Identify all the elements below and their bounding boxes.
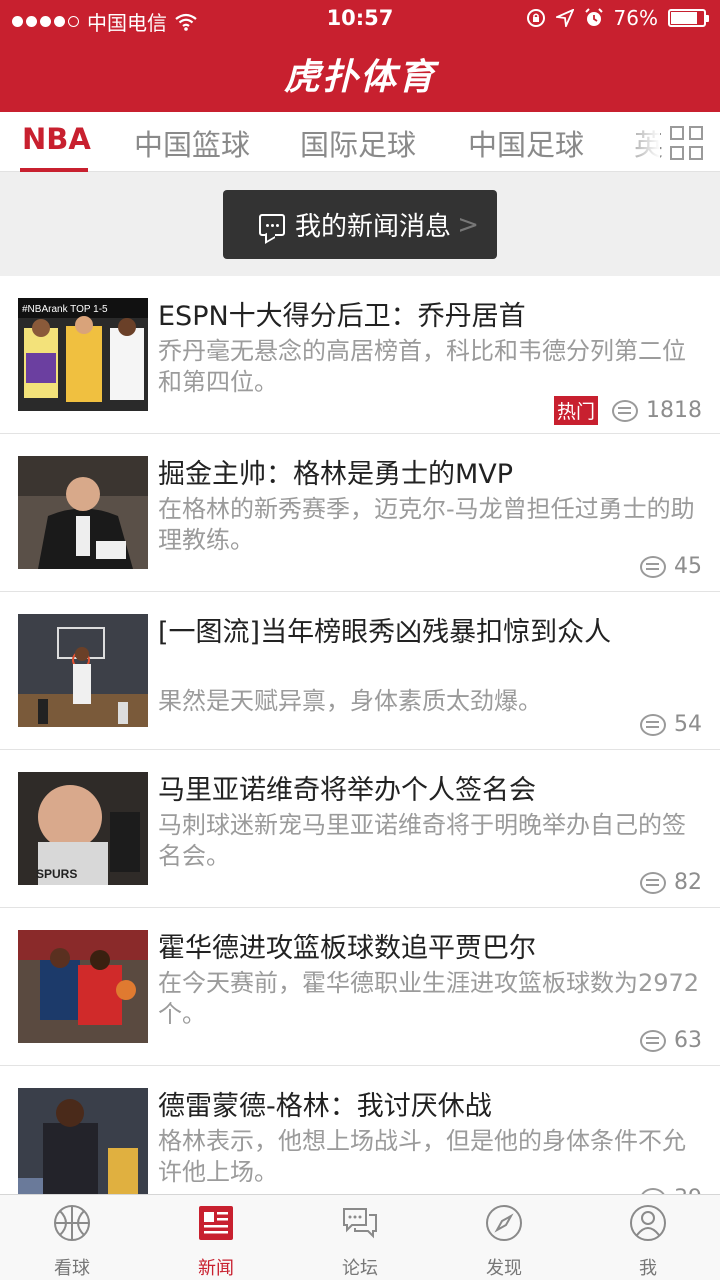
comment-count: 1818 <box>646 398 702 423</box>
tabs-fade <box>620 112 660 170</box>
bottom-tab-bar: 看球 新闻 论坛 发现 我 <box>0 1194 720 1280</box>
tab-nba[interactable]: NBA <box>22 122 91 156</box>
news-item[interactable]: [一图流]当年榜眼秀凶残暴扣惊到众人 果然是天赋异禀，身体素质太劲爆。 54 <box>0 592 720 750</box>
news-item[interactable]: #NBArank TOP 1-5 ESPN十大得分后卫：乔丹居首 乔丹毫无悬念的… <box>0 276 720 434</box>
bottom-tab-label: 新闻 <box>198 1258 234 1279</box>
category-tabs: NBA 中国篮球 国际足球 中国足球 英 <box>0 112 720 172</box>
bottom-tab-watch[interactable]: 看球 <box>12 1203 132 1280</box>
location-icon <box>555 9 574 27</box>
news-item[interactable]: 霍华德进攻篮板球数追平贾巴尔 在今天赛前，霍华德职业生涯进攻篮板球数为2972个… <box>0 908 720 1066</box>
status-bar: 中国电信 10:57 76% <box>0 0 720 38</box>
comment-icon <box>640 555 666 578</box>
status-right: 76% <box>526 6 709 30</box>
comment-count: 54 <box>674 712 702 737</box>
orientation-lock-icon <box>526 9 545 27</box>
news-summary: 马刺球迷新宠马里亚诺维奇将于明晚举办自己的签名会。 <box>158 811 686 870</box>
battery-percent: 76% <box>613 6 658 30</box>
comment-count: 39 <box>674 1186 702 1194</box>
comment-icon <box>612 399 638 422</box>
news-thumbnail: SPURS <box>18 772 148 885</box>
comment-count: 45 <box>674 554 702 579</box>
bottom-tab-label: 看球 <box>54 1258 90 1279</box>
news-meta: 39 <box>640 1186 702 1194</box>
news-icon <box>199 1206 233 1240</box>
news-meta: 45 <box>640 554 702 579</box>
battery-icon <box>668 9 709 27</box>
message-button-label: 我的新闻消息 <box>295 212 452 242</box>
comment-icon <box>640 1029 666 1052</box>
bottom-tab-discover[interactable]: 发现 <box>444 1203 564 1280</box>
news-title: 马里亚诺维奇将举办个人签名会 <box>158 775 536 806</box>
news-meta: 63 <box>640 1028 702 1053</box>
news-item[interactable]: 德雷蒙德-格林：我讨厌休战 格林表示，他想上场战斗，但是他的身体条件不允许他上场… <box>0 1066 720 1194</box>
news-title: 霍华德进攻篮板球数追平贾巴尔 <box>158 933 536 964</box>
news-item[interactable]: SPURS 马里亚诺维奇将举办个人签名会 马刺球迷新宠马里亚诺维奇将于明晚举办自… <box>0 750 720 908</box>
comment-icon <box>640 713 666 736</box>
news-title: [一图流]当年榜眼秀凶残暴扣惊到众人 <box>158 617 612 648</box>
news-meta: 82 <box>640 870 702 895</box>
svg-text:#NBArank TOP 1-5: #NBArank TOP 1-5 <box>22 304 108 315</box>
forum-icon <box>343 1208 377 1239</box>
tab-china-basketball[interactable]: 中国篮球 <box>134 122 250 164</box>
chevron-right-icon: > <box>457 210 479 240</box>
bottom-tab-news[interactable]: 新闻 <box>156 1203 276 1280</box>
bottom-tab-forum[interactable]: 论坛 <box>300 1203 420 1280</box>
news-thumbnail <box>18 1088 148 1194</box>
news-thumbnail <box>18 456 148 569</box>
news-meta: 热门 1818 <box>553 396 702 425</box>
news-meta: 54 <box>640 712 702 737</box>
news-summary: 格林表示，他想上场战斗，但是他的身体条件不允许他上场。 <box>158 1127 686 1186</box>
bottom-tab-label: 我 <box>639 1258 657 1279</box>
comment-count: 63 <box>674 1028 702 1053</box>
compass-icon <box>486 1205 522 1241</box>
tab-intl-football[interactable]: 国际足球 <box>300 122 416 164</box>
basketball-icon <box>54 1205 90 1241</box>
bottom-tab-label: 发现 <box>486 1258 522 1279</box>
comment-icon <box>640 871 666 894</box>
user-icon <box>630 1205 666 1241</box>
svg-text:SPURS: SPURS <box>36 867 77 881</box>
news-list[interactable]: #NBArank TOP 1-5 ESPN十大得分后卫：乔丹居首 乔丹毫无悬念的… <box>0 276 720 1194</box>
bottom-tab-me[interactable]: 我 <box>588 1203 708 1280</box>
news-summary: 果然是天赋异禀，身体素质太劲爆。 <box>158 687 542 715</box>
message-icon <box>259 213 285 236</box>
tab-china-football[interactable]: 中国足球 <box>468 122 584 164</box>
bottom-tab-label: 论坛 <box>342 1258 378 1279</box>
comment-count: 82 <box>674 870 702 895</box>
news-summary: 在格林的新秀赛季，迈克尔-马龙曾担任过勇士的助理教练。 <box>158 495 695 554</box>
app-header: 中国电信 10:57 76% 虎扑体育 <box>0 0 720 112</box>
news-title: ESPN十大得分后卫：乔丹居首 <box>158 301 526 332</box>
news-thumbnail: #NBArank TOP 1-5 <box>18 298 148 411</box>
news-title: 德雷蒙德-格林：我讨厌休战 <box>158 1091 492 1122</box>
news-thumbnail <box>18 614 148 727</box>
news-item[interactable]: 掘金主帅：格林是勇士的MVP 在格林的新秀赛季，迈克尔-马龙曾担任过勇士的助理教… <box>0 434 720 592</box>
message-banner-area: 我的新闻消息 > <box>0 172 720 276</box>
hot-badge: 热门 <box>553 396 598 425</box>
grid-menu-icon[interactable] <box>670 126 704 160</box>
news-summary: 乔丹毫无悬念的高居榜首，科比和韦德分列第二位和第四位。 <box>158 337 686 396</box>
my-news-messages-button[interactable]: 我的新闻消息 > <box>223 190 497 259</box>
news-title: 掘金主帅：格林是勇士的MVP <box>158 459 514 490</box>
alarm-icon <box>584 8 603 26</box>
app-logo: 虎扑体育 <box>283 57 436 98</box>
news-summary: 在今天赛前，霍华德职业生涯进攻篮板球数为2972个。 <box>158 969 700 1028</box>
news-thumbnail <box>18 930 148 1043</box>
